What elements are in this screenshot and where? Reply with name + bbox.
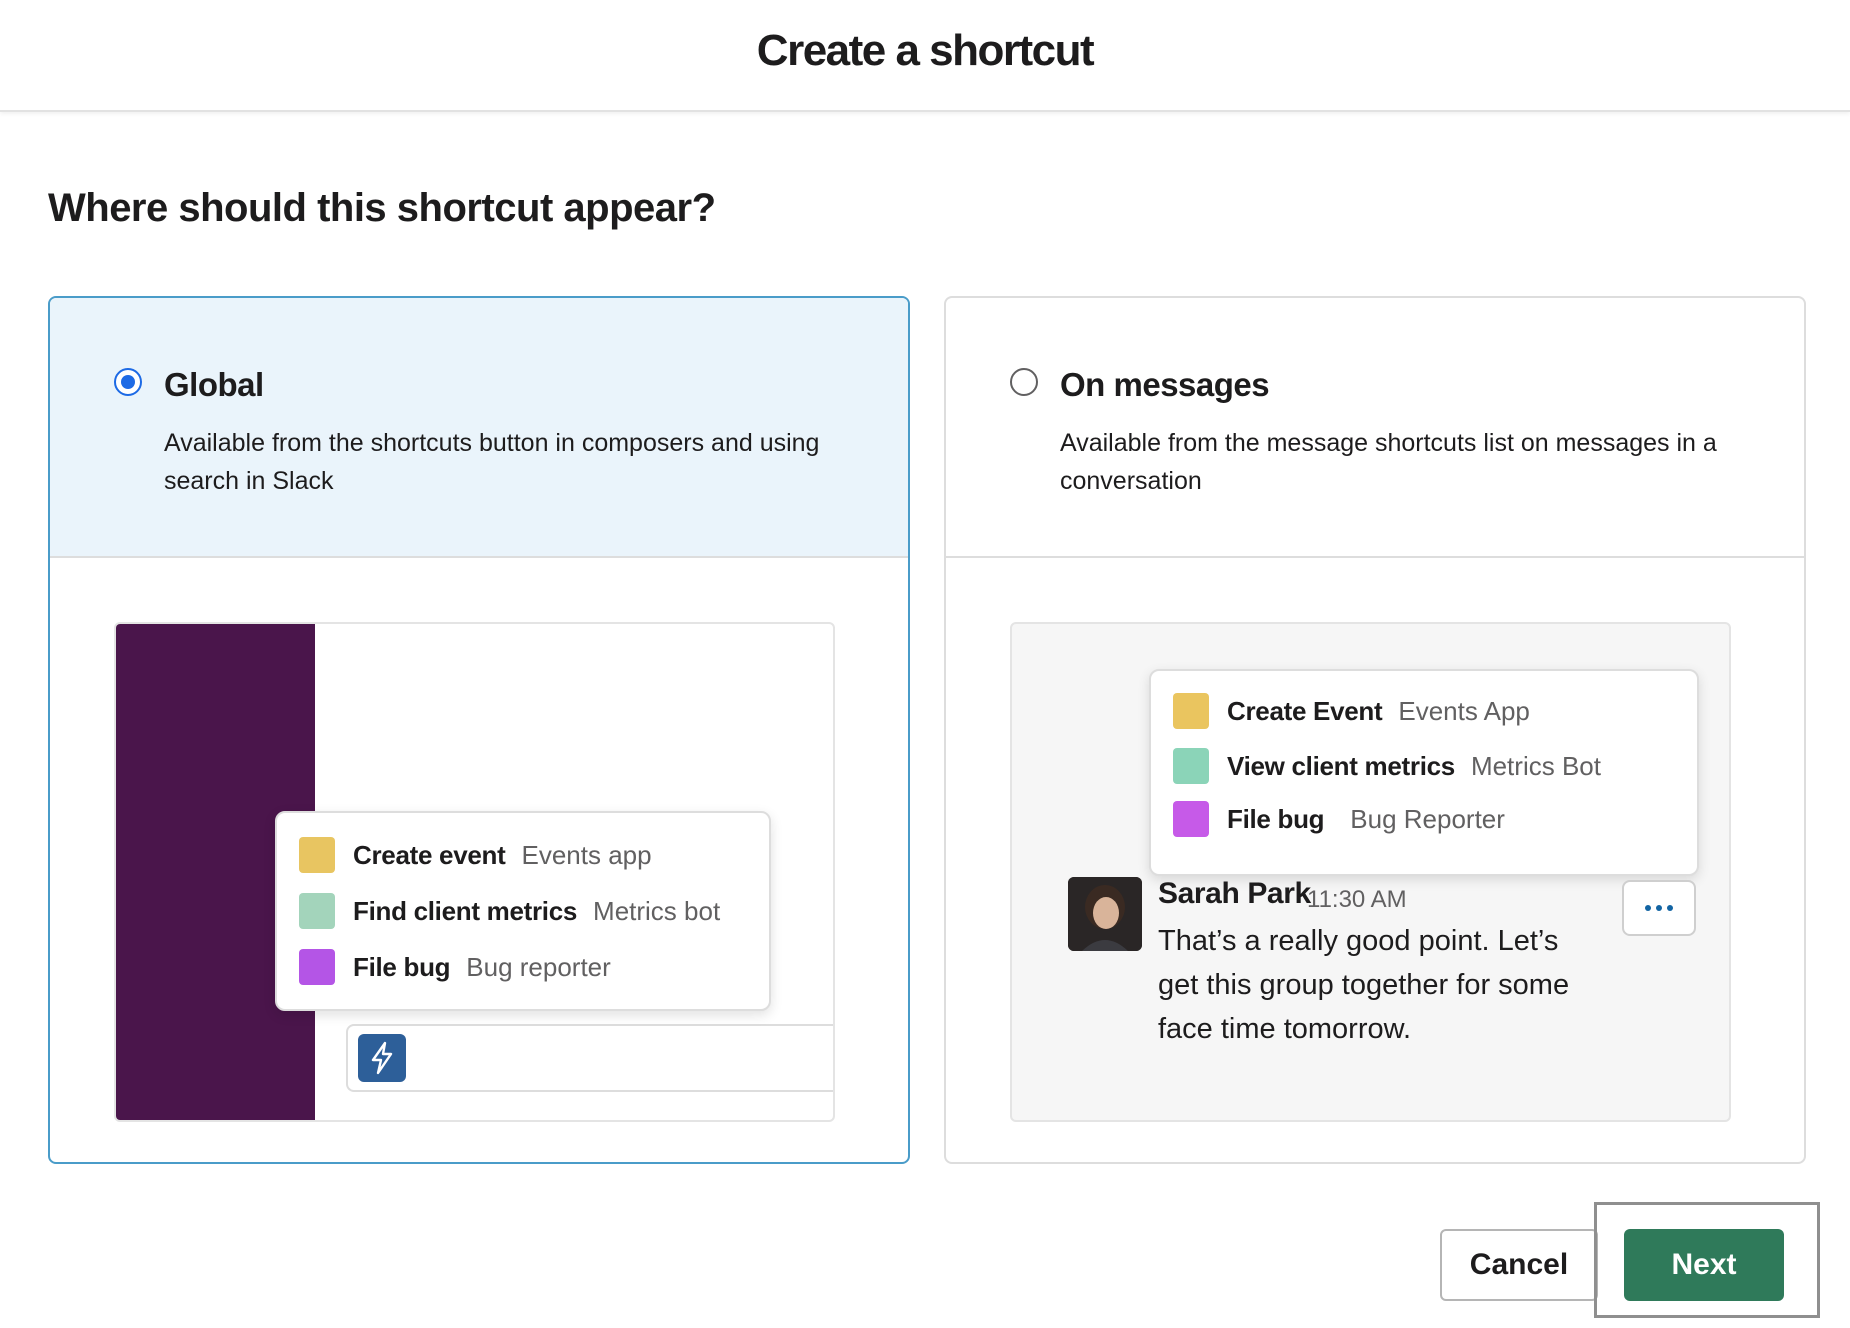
option-card-header: Global Available from the shortcuts butt… [50, 298, 908, 558]
cancel-button[interactable]: Cancel [1440, 1229, 1598, 1301]
modal-title: Create a shortcut [756, 26, 1095, 75]
app-swatch [299, 949, 335, 985]
message-timestamp: 11:30 AM [1307, 886, 1407, 913]
shortcut-app: Bug reporter [466, 951, 611, 982]
app-swatch [1173, 748, 1209, 784]
app-swatch [1173, 693, 1209, 729]
shortcut-name: View client metrics [1227, 750, 1455, 781]
message-author: Sarah Park [1158, 877, 1311, 910]
modal-header: Create a shortcut [0, 0, 1850, 112]
shortcut-name: File bug [1227, 803, 1325, 834]
shortcut-app: Metrics Bot [1470, 750, 1601, 781]
radio-global[interactable] [114, 368, 142, 396]
messages-preview: Create Event Events App View client metr… [1010, 622, 1731, 1122]
shortcut-name: Create event [353, 839, 506, 870]
app-swatch [299, 893, 335, 929]
shortcut-app: Events app [521, 839, 652, 870]
option-card-on-messages[interactable]: On messages Available from the message s… [944, 296, 1806, 1164]
menu-item[interactable]: Create event Events app [299, 837, 652, 873]
radio-on-messages[interactable] [1010, 368, 1038, 396]
avatar [1068, 877, 1142, 951]
option-title: On messages [1060, 366, 1270, 403]
shortcut-app: Events App [1398, 695, 1530, 726]
shortcut-app: Metrics bot [593, 895, 721, 926]
shortcut-name: Create Event [1227, 695, 1383, 726]
option-card-header: On messages Available from the message s… [946, 298, 1804, 558]
preview-composer [346, 1024, 833, 1092]
question-heading: Where should this shortcut appear? [48, 186, 716, 230]
menu-item[interactable]: Create Event Events App [1173, 693, 1530, 729]
option-card-global[interactable]: Global Available from the shortcuts butt… [48, 296, 910, 1164]
app-swatch [1173, 801, 1209, 837]
next-button[interactable]: Next [1624, 1229, 1784, 1301]
app-swatch [299, 837, 335, 873]
lightning-bolt-icon[interactable] [358, 1034, 406, 1082]
message-text: That’s a really good point. Let’s get th… [1158, 925, 1570, 1045]
option-description: Available from the shortcuts button in c… [164, 429, 820, 495]
more-horizontal-icon[interactable] [1622, 880, 1696, 936]
menu-item[interactable]: File bug Bug Reporter [1173, 801, 1505, 837]
menu-item[interactable]: Find client metrics Metrics bot [299, 893, 720, 929]
menu-item[interactable]: File bug Bug reporter [299, 949, 611, 985]
message-shortcuts-menu: Create Event Events App View client metr… [1149, 669, 1699, 876]
menu-item[interactable]: View client metrics Metrics Bot [1173, 748, 1601, 784]
option-description: Available from the message shortcuts lis… [1060, 429, 1717, 495]
shortcut-app: Bug Reporter [1350, 803, 1505, 834]
shortcuts-menu: Create event Events app Find client metr… [275, 811, 771, 1011]
shortcut-name: Find client metrics [353, 895, 578, 926]
shortcut-name: File bug [353, 951, 451, 982]
option-title: Global [164, 366, 264, 403]
